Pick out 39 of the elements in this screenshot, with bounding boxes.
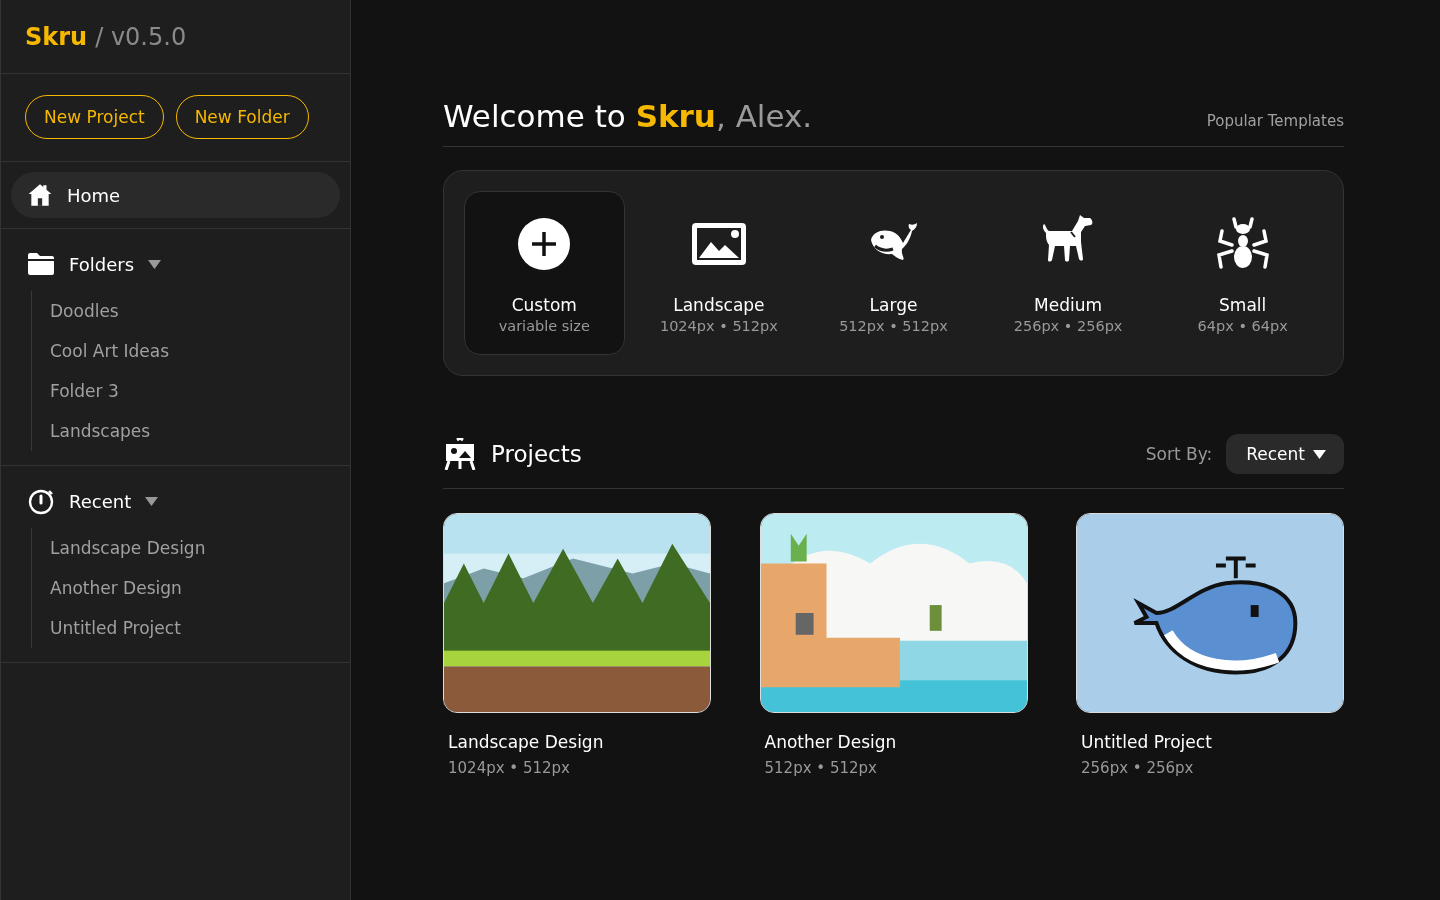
- home-icon: [27, 182, 53, 208]
- project-name[interactable]: Untitled Project: [1076, 732, 1344, 752]
- welcome-heading: Welcome to Skru, Alex.: [443, 98, 813, 134]
- easel-icon: [443, 438, 477, 470]
- template-option[interactable]: Custom variable size: [464, 191, 625, 355]
- project-size: 512px • 512px: [763, 759, 878, 777]
- caret-icon: [145, 496, 159, 506]
- folder-icon: [27, 252, 55, 276]
- app-name: Skru: [25, 22, 88, 51]
- template-option[interactable]: Landscape 1024px • 512px: [638, 191, 800, 355]
- nav-item[interactable]: Home: [11, 172, 340, 218]
- sidebar-item[interactable]: Doodles: [32, 291, 350, 331]
- sidebar-item[interactable]: Another Design: [32, 568, 350, 608]
- version-label: / v0.5.0: [95, 22, 187, 51]
- image-icon: [689, 221, 748, 267]
- plus-circle-icon: [517, 217, 572, 271]
- sidebar-item[interactable]: Untitled Project: [32, 608, 350, 648]
- sidebar-item[interactable]: Folder 3: [32, 371, 350, 411]
- section-header[interactable]: Recent: [1, 486, 350, 516]
- template-option[interactable]: Small 64px • 64px: [1162, 191, 1323, 355]
- section-title: Recent: [69, 490, 132, 512]
- sidebar-item[interactable]: Landscape Design: [32, 528, 350, 568]
- caret-icon: [148, 259, 161, 269]
- caret-icon: [1313, 449, 1326, 459]
- sort-dropdown[interactable]: Recent: [1226, 434, 1344, 474]
- project-size: 256px • 256px: [1080, 759, 1195, 777]
- sidebar-item[interactable]: Landscapes: [32, 411, 350, 451]
- section-title: Folders: [69, 253, 134, 275]
- template-option[interactable]: Large 512px • 512px: [813, 191, 974, 355]
- project-name[interactable]: Landscape Design: [443, 732, 711, 752]
- stopwatch-icon: [27, 487, 55, 515]
- sidebar-item[interactable]: Cool Art Ideas: [32, 331, 350, 371]
- popular-templates-link[interactable]: Popular Templates: [1206, 112, 1344, 134]
- template-option[interactable]: Medium 256px • 256px: [987, 191, 1149, 355]
- project-name[interactable]: Another Design: [759, 732, 1028, 752]
- section-title: Projects: [491, 441, 583, 467]
- project-size: 1024px • 512px: [447, 759, 571, 777]
- section-header[interactable]: Folders: [1, 249, 350, 279]
- sort-label: Sort By:: [1145, 444, 1213, 464]
